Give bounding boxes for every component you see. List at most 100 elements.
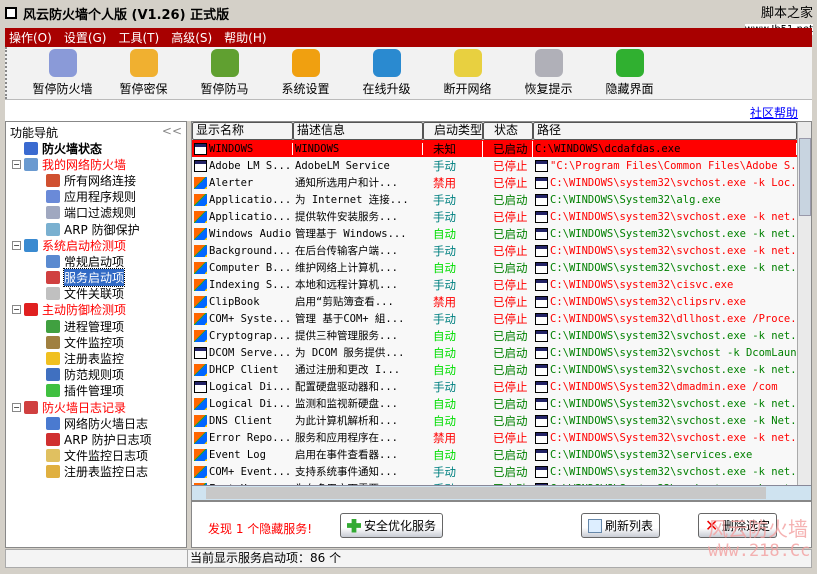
name-cell: Logical Di... bbox=[192, 397, 293, 410]
table-row[interactable]: DCOM Serve... 为 DCOM 服务提供... 自动 已启动 C:\WINDO… bbox=[192, 344, 811, 361]
service-icon bbox=[194, 414, 207, 427]
nav-item[interactable]: 防火墙状态 bbox=[12, 140, 186, 156]
expand-toggle-icon[interactable]: − bbox=[12, 305, 21, 315]
column-header[interactable]: 状态 bbox=[483, 122, 533, 140]
table-row[interactable]: Background... 在后台传输客户端... 手动 已停止 C:\WINDOWS\… bbox=[192, 242, 811, 259]
nav-item[interactable]: 应用程序规则 bbox=[12, 189, 186, 205]
nav-item[interactable]: 进程管理项 bbox=[12, 318, 186, 334]
table-row[interactable]: Cryptograp... 提供三种管理服务... 自动 已启动 C:\WINDOWS\… bbox=[192, 327, 811, 344]
table-row[interactable]: Indexing S... 本地和远程计算机... 手动 已停止 C:\WINDOWS\… bbox=[192, 276, 811, 293]
menu-item[interactable]: 工具(T) bbox=[118, 29, 159, 46]
toolbar-button[interactable]: 系统设置 bbox=[265, 47, 346, 99]
expand-toggle-icon[interactable]: − bbox=[12, 159, 21, 169]
table-row[interactable]: Logical Di... 监测和监视新硬盘... 自动 已启动 C:\WINDOWS\… bbox=[192, 395, 811, 412]
column-header[interactable]: 描述信息 bbox=[293, 122, 423, 140]
menu-item[interactable]: 帮助(H) bbox=[224, 29, 266, 46]
column-header[interactable]: 启动类型 bbox=[423, 122, 483, 140]
optimize-services-button[interactable]: 安全优化服务 bbox=[340, 513, 444, 538]
cell-text: 已停止 bbox=[493, 277, 528, 292]
nav-item[interactable]: 所有网络连接 bbox=[12, 172, 186, 188]
cell-text: C:\WINDOWS\System32\dmadmin.exe /com bbox=[550, 380, 778, 393]
path-cell: C:\WINDOWS\system32\svchost -k DcomLaunc… bbox=[533, 346, 797, 359]
refresh-icon bbox=[588, 518, 602, 533]
start-type-cell: 手动 bbox=[423, 464, 483, 480]
cell-text: 手动 bbox=[433, 192, 456, 207]
watermark-url: wWw.218.Cc bbox=[708, 541, 811, 561]
start-type-cell: 自动 bbox=[423, 396, 483, 412]
toolbar-button[interactable]: 暂停防马 bbox=[184, 47, 265, 99]
nav-item[interactable]: − 我的网络防火墙 bbox=[12, 156, 186, 172]
toolbar-button[interactable]: 在线升级 bbox=[346, 47, 427, 99]
nav-item[interactable]: ARP 防护日志项 bbox=[12, 431, 186, 447]
menu-item[interactable]: 设置(G) bbox=[64, 29, 107, 46]
executable-icon bbox=[535, 448, 548, 461]
nav-item[interactable]: 端口过滤规则 bbox=[12, 205, 186, 221]
name-cell: Applicatio... bbox=[192, 193, 293, 206]
path-cell: C:\WINDOWS\system32\svchost.exe -k Net..… bbox=[533, 414, 797, 427]
system-menu-icon[interactable] bbox=[5, 7, 17, 19]
table-row[interactable]: COM+ Syste... 管理 基于COM+ 組... 手动 已停止 C:\WINDO… bbox=[192, 310, 811, 327]
nav-item[interactable]: ARP 防御保护 bbox=[12, 221, 186, 237]
nav-item[interactable]: 文件监控日志项 bbox=[12, 448, 186, 464]
toolbar-button[interactable]: 暂停防火墙 bbox=[22, 47, 103, 99]
nav-item[interactable]: − 主动防御检测项 bbox=[12, 302, 186, 318]
scroll-thumb[interactable] bbox=[206, 487, 766, 499]
toolbar-button[interactable]: 隐藏界面 bbox=[589, 47, 670, 99]
expand-toggle-icon[interactable]: − bbox=[12, 240, 21, 250]
table-row[interactable]: ClipBook 启用“剪贴簿查看... 禁用 已停止 C:\WINDOWS\syste… bbox=[192, 293, 811, 310]
table-row[interactable]: COM+ Event... 支持系统事件通知... 手动 已启动 C:\WINDOWS\… bbox=[192, 463, 811, 480]
vertical-scrollbar[interactable] bbox=[797, 122, 811, 486]
table-row[interactable]: DHCP Client 通过注册和更改 I... 自动 已启动 C:\WINDOWS\s… bbox=[192, 361, 811, 378]
nav-item[interactable]: 服务启动项 bbox=[12, 268, 186, 288]
executable-icon bbox=[535, 329, 548, 342]
nav-item[interactable]: 常规启动项 bbox=[12, 253, 186, 269]
nav-title: 功能导航 bbox=[10, 126, 59, 140]
nav-item[interactable]: 文件关联项 bbox=[12, 286, 186, 302]
toolbar-label: 暂停防马 bbox=[200, 82, 249, 96]
nav-item[interactable]: 防范规则项 bbox=[12, 367, 186, 383]
table-row[interactable]: Windows Audio 管理基于 Windows... 自动 已启动 C:\WIND… bbox=[192, 225, 811, 242]
toolbar-button[interactable]: 断开网络 bbox=[427, 47, 508, 99]
cell-text: 自动 bbox=[433, 447, 456, 462]
menu-item[interactable]: 操作(O) bbox=[9, 29, 52, 46]
cell-text: DCOM Serve... bbox=[209, 346, 292, 359]
nav-item[interactable]: 注册表监控 bbox=[12, 350, 186, 366]
name-cell: COM+ Syste... bbox=[192, 312, 293, 325]
refresh-list-button[interactable]: 刷新列表 bbox=[581, 513, 661, 538]
table-row[interactable]: Applicatio... 提供软件安装服务... 手动 已停止 C:\WINDOWS\… bbox=[192, 208, 811, 225]
table-row[interactable]: Alerter 通知所选用户和计... 禁用 已停止 C:\WINDOWS\system… bbox=[192, 174, 811, 191]
table-row[interactable]: Logical Di... 配置硬盘驱动器和... 手动 已停止 C:\WINDOWS\… bbox=[192, 378, 811, 395]
nav-item[interactable]: 注册表监控日志 bbox=[12, 464, 186, 480]
column-header[interactable]: 路径 bbox=[533, 122, 797, 140]
nav-item-icon bbox=[46, 384, 60, 398]
menu-item[interactable]: 高级(S) bbox=[171, 29, 212, 46]
table-row[interactable]: WINDOWS WINDOWS 未知 已启动 C:\WINDOWS\dcdafdas.e… bbox=[192, 140, 811, 157]
cell-text: 已启动 bbox=[493, 328, 528, 343]
table-row[interactable]: Error Repo... 服务和应用程序在... 禁用 已停止 C:\WINDOWS\… bbox=[192, 429, 811, 446]
column-header[interactable]: 显示名称 bbox=[192, 122, 293, 140]
nav-item-label: 服务启动项 bbox=[62, 268, 126, 288]
collapse-nav-button[interactable]: << bbox=[162, 124, 182, 138]
description-cell: 启用“剪贴簿查看... bbox=[293, 294, 423, 309]
nav-item[interactable]: 文件监控项 bbox=[12, 334, 186, 350]
status-cell: 已启动 bbox=[483, 226, 533, 242]
community-help-link[interactable]: 社区帮助 bbox=[750, 104, 798, 121]
toolbar-button[interactable]: 恢复提示 bbox=[508, 47, 589, 99]
horizontal-scrollbar[interactable] bbox=[192, 485, 811, 500]
scroll-thumb[interactable] bbox=[799, 138, 811, 216]
nav-item[interactable]: − 防火墙日志记录 bbox=[12, 399, 186, 415]
status-cell: 已启动 bbox=[483, 345, 533, 361]
table-row[interactable]: Adobe LM S... AdobeLM Service 手动 已停止 "C:\Pro… bbox=[192, 157, 811, 174]
table-row[interactable]: Computer B... 维护网络上计算机... 自动 已启动 C:\WINDOWS\… bbox=[192, 259, 811, 276]
description-cell: 通过注册和更改 I... bbox=[293, 362, 423, 377]
cell-text: 手动 bbox=[433, 311, 456, 326]
nav-item[interactable]: 插件管理项 bbox=[12, 383, 186, 399]
nav-item[interactable]: 网络防火墙日志 bbox=[12, 415, 186, 431]
expand-toggle-icon[interactable]: − bbox=[12, 402, 21, 412]
cell-text: DHCP Client bbox=[209, 363, 279, 376]
table-row[interactable]: Applicatio... 为 Internet 连接... 手动 已启动 C:\WIN… bbox=[192, 191, 811, 208]
table-row[interactable]: DNS Client 为此计算机解析和... 自动 已启动 C:\WINDOWS\sys… bbox=[192, 412, 811, 429]
nav-item[interactable]: − 系统启动检测项 bbox=[12, 237, 186, 253]
table-row[interactable]: Event Log 启用在事件查看器... 自动 已启动 C:\WINDOWS\syst… bbox=[192, 446, 811, 463]
toolbar-button[interactable]: 暂停密保 bbox=[103, 47, 184, 99]
